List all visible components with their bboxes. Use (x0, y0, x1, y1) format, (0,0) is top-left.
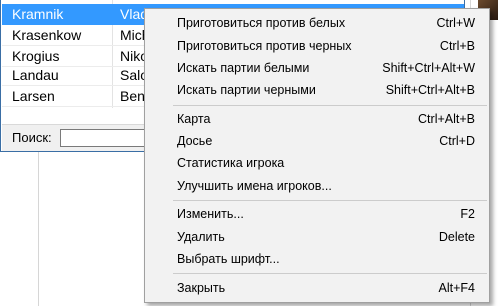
last-name-cell: Landau (12, 67, 59, 83)
menu-item-shortcut: Shift+Ctrl+Alt+B (385, 83, 475, 97)
menu-item-shortcut: Ctrl+W (436, 16, 475, 30)
menu-item-map[interactable]: Карта Ctrl+Alt+B (147, 108, 487, 130)
menu-item-label: Приготовиться против белых (177, 16, 346, 30)
menu-item-label: Выбрать шрифт... (177, 252, 280, 266)
last-name-cell: Krogius (12, 48, 60, 64)
last-name-cell: Kramnik (12, 6, 64, 22)
menu-item-close[interactable]: Закрыть Alt+F4 (147, 277, 487, 299)
search-label: Поиск: (12, 130, 52, 145)
menu-separator (173, 273, 487, 274)
menu-item-label: Закрыть (177, 281, 226, 295)
menu-item-choose-font[interactable]: Выбрать шрифт... (147, 248, 487, 270)
menu-item-prepare-white[interactable]: Приготовиться против белых Ctrl+W (147, 12, 487, 34)
menu-item-prepare-black[interactable]: Приготовиться против черных Ctrl+B (147, 35, 487, 57)
menu-item-shortcut: Ctrl+Alt+B (418, 112, 475, 126)
menu-separator (173, 105, 487, 106)
menu-item-edit[interactable]: Изменить... F2 (147, 203, 487, 225)
menu-item-shortcut: Ctrl+B (439, 39, 475, 53)
menu-item-label: Искать партии белыми (177, 61, 310, 75)
menu-item-shortcut: Alt+F4 (438, 281, 475, 295)
menu-item-label: Искать партии черными (177, 83, 316, 97)
menu-item-shortcut: Delete (438, 230, 475, 244)
menu-item-label: Улучшить имена игроков... (177, 179, 332, 193)
last-name-cell: Krasenkow (12, 27, 82, 43)
menu-item-label: Удалить (177, 230, 225, 244)
menu-item-dossier[interactable]: Досье Ctrl+D (147, 130, 487, 152)
menu-item-shortcut: F2 (460, 207, 475, 221)
menu-item-search-white-games[interactable]: Искать партии белыми Shift+Ctrl+Alt+W (147, 57, 487, 79)
menu-item-label: Статистика игрока (177, 156, 285, 170)
menu-item-label: Досье (177, 134, 213, 148)
menu-item-delete[interactable]: Удалить Delete (147, 226, 487, 248)
menu-item-label: Изменить... (177, 207, 244, 221)
menu-item-search-black-games[interactable]: Искать партии черными Shift+Ctrl+Alt+B (147, 79, 487, 101)
menu-item-label: Карта (177, 112, 211, 126)
last-name-cell: Larsen (12, 88, 55, 104)
background-divider (38, 150, 39, 306)
menu-item-shortcut: Shift+Ctrl+Alt+W (382, 61, 475, 75)
context-menu: Приготовиться против белых Ctrl+W Пригот… (144, 8, 490, 303)
menu-item-player-stats[interactable]: Статистика игрока (147, 152, 487, 174)
menu-item-improve-names[interactable]: Улучшить имена игроков... (147, 175, 487, 197)
menu-item-label: Приготовиться против черных (177, 39, 352, 53)
menu-item-shortcut: Ctrl+D (439, 134, 475, 148)
menu-separator (173, 200, 487, 201)
